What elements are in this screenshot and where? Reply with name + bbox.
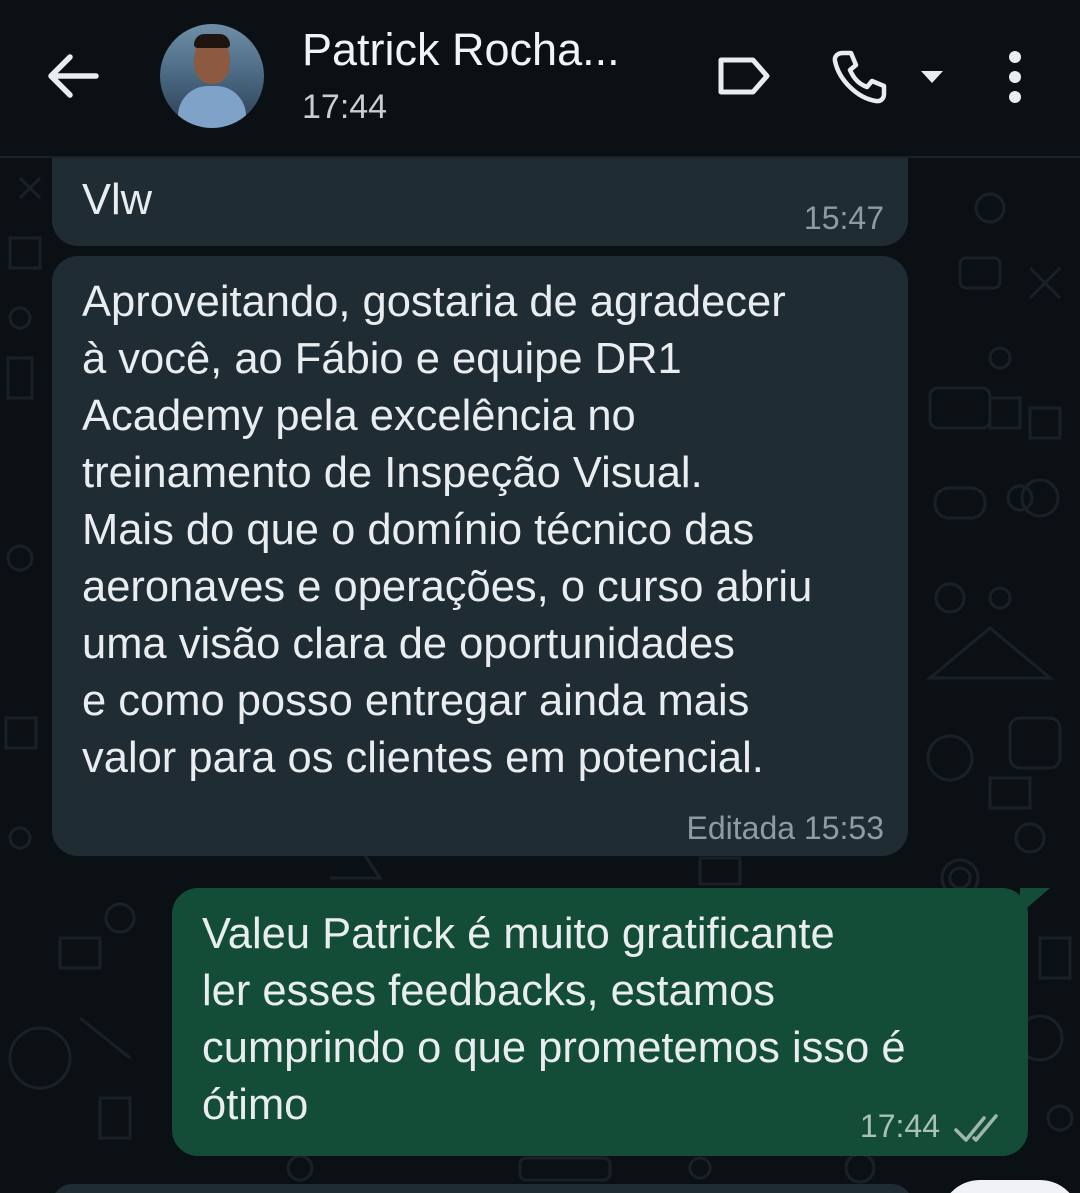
contact-avatar[interactable] bbox=[160, 24, 264, 128]
message-meta: Editada 15:53 bbox=[687, 810, 885, 847]
read-double-check-icon bbox=[954, 1114, 998, 1142]
message-time: 15:47 bbox=[803, 200, 884, 236]
arrow-left-icon bbox=[48, 54, 99, 98]
avatar-hair bbox=[194, 34, 230, 48]
voice-call-button[interactable] bbox=[826, 44, 892, 110]
last-seen: 17:44 bbox=[302, 88, 388, 126]
message-text: Aproveitando, gostaria de agradecer à vo… bbox=[82, 278, 813, 782]
chat-header: Patrick Rocha... 17:44 bbox=[0, 0, 1080, 158]
edited-label: Editada bbox=[686, 810, 796, 846]
message-text: Vlw bbox=[82, 176, 153, 224]
phone-icon bbox=[832, 50, 887, 104]
more-vertical-icon bbox=[1009, 51, 1021, 103]
avatar-shirt bbox=[178, 86, 246, 128]
contact-name[interactable]: Patrick Rocha... bbox=[302, 24, 620, 76]
message-time: 15:53 bbox=[803, 810, 884, 846]
more-options-button[interactable] bbox=[996, 40, 1034, 114]
message-bubble-incoming[interactable] bbox=[52, 158, 908, 246]
message-time: 17:44 bbox=[859, 1108, 940, 1144]
back-button[interactable] bbox=[40, 40, 106, 112]
message-bubble-incoming[interactable] bbox=[52, 1184, 912, 1193]
chat-area[interactable]: Vlw 15:47 Aproveitando, gostaria de agra… bbox=[0, 158, 1080, 1193]
caret-down-icon bbox=[921, 71, 943, 83]
label-button[interactable] bbox=[712, 48, 774, 104]
label-tag-icon bbox=[718, 57, 770, 95]
call-options-dropdown[interactable] bbox=[914, 62, 950, 92]
message-text: Valeu Patrick é muito gratificante ler e… bbox=[202, 910, 906, 1129]
